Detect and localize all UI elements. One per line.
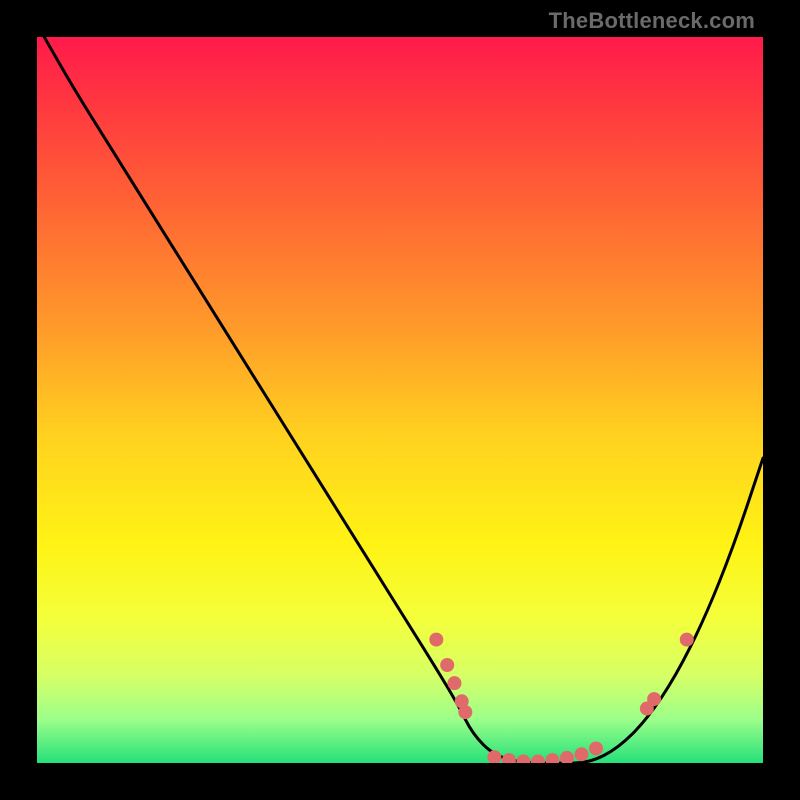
data-point-marker (429, 633, 443, 647)
watermark-text: TheBottleneck.com (549, 8, 755, 34)
chart-frame (37, 37, 763, 763)
bottleneck-chart (37, 37, 763, 763)
data-point-marker (575, 747, 589, 761)
data-point-marker (440, 658, 454, 672)
data-point-marker (680, 633, 694, 647)
data-point-marker (589, 741, 603, 755)
data-point-marker (447, 676, 461, 690)
data-point-marker (458, 705, 472, 719)
data-point-marker (647, 692, 661, 706)
gradient-bg (37, 37, 763, 763)
